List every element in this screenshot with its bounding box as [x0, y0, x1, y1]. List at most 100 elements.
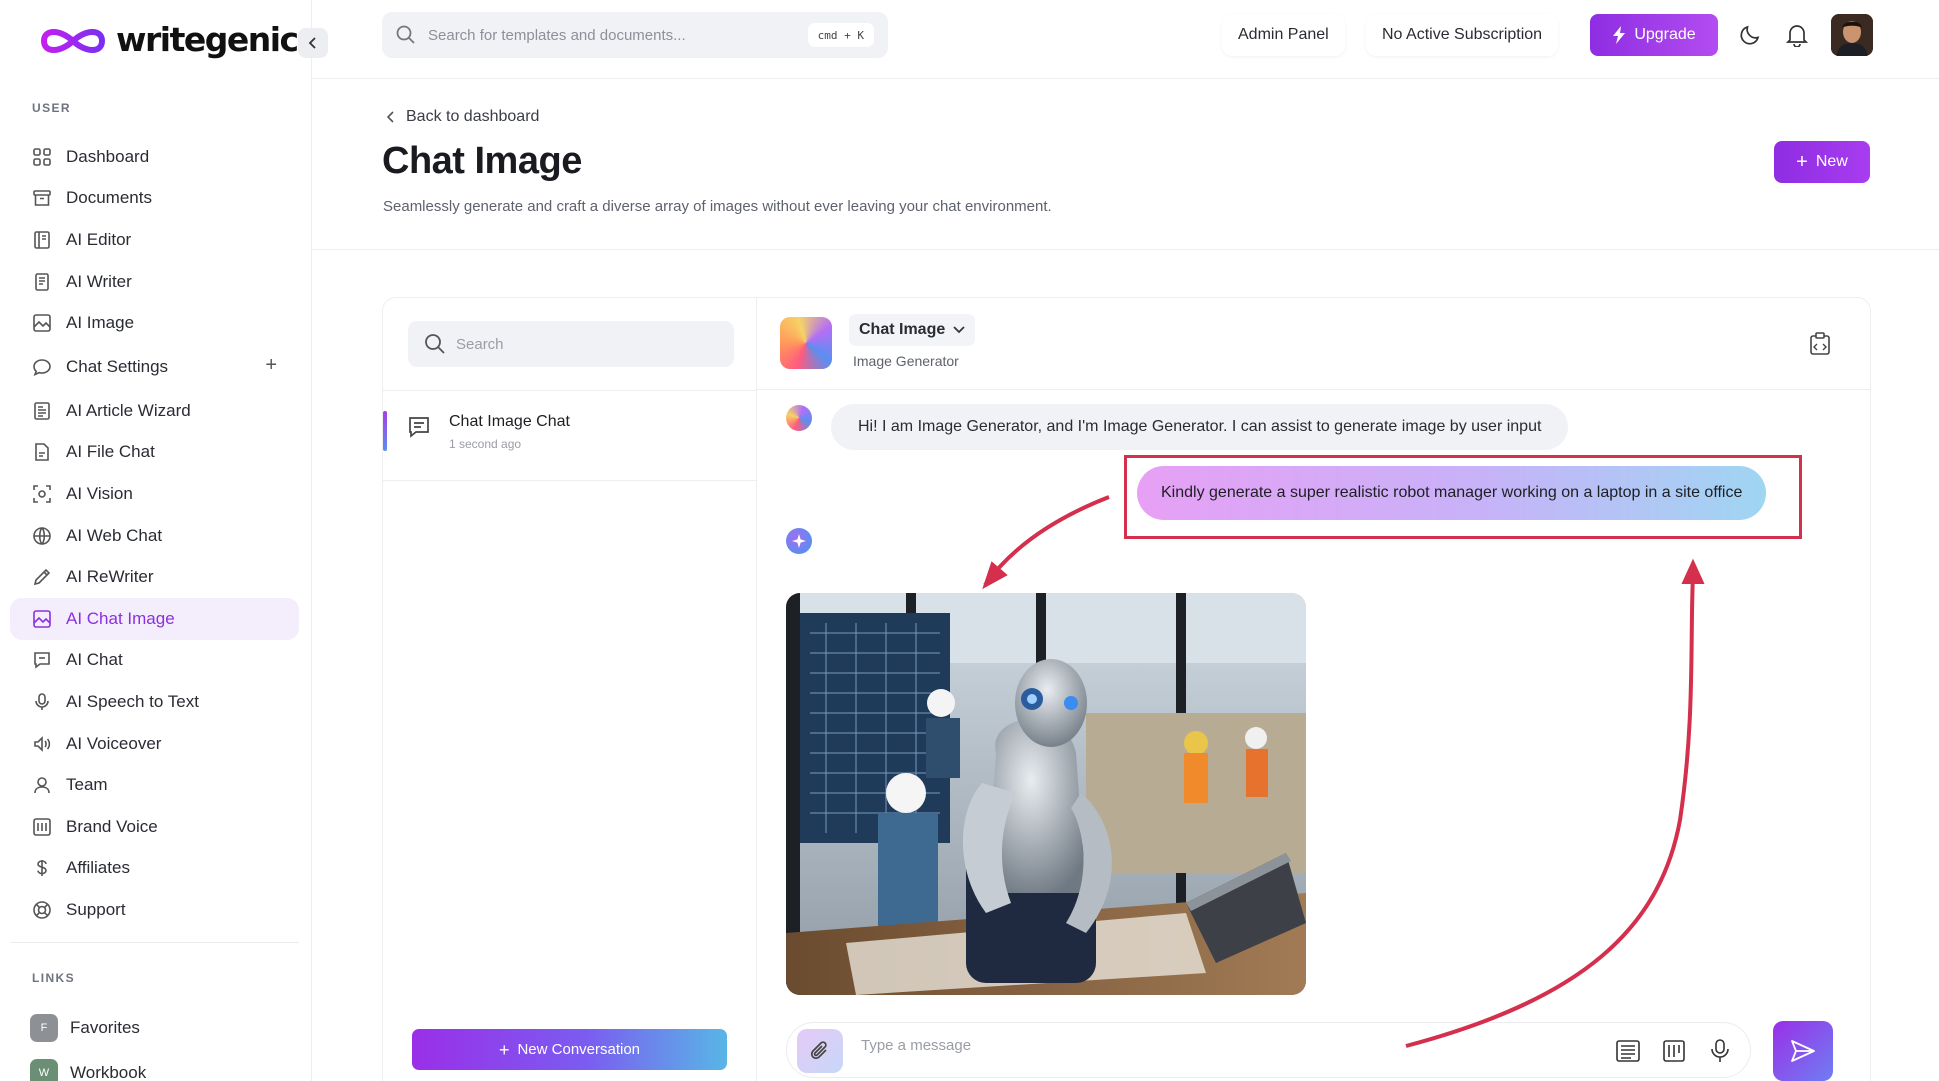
new-conversation-button[interactable]: + New Conversation — [412, 1029, 727, 1070]
sidebar-item-team[interactable]: Team — [10, 764, 299, 806]
bot-subtitle: Image Generator — [853, 353, 959, 369]
sidebar-item-label: Support — [66, 899, 126, 919]
subscription-button[interactable]: No Active Subscription — [1366, 14, 1559, 56]
archive-icon — [32, 188, 52, 208]
sidebar-item-brand-voice[interactable]: Brand Voice — [10, 806, 299, 848]
upgrade-button[interactable]: Upgrade — [1590, 14, 1718, 56]
bot-name: Chat Image — [859, 321, 946, 338]
dark-mode-toggle[interactable] — [1735, 20, 1765, 50]
chat-icon — [32, 650, 52, 670]
page-title: Chat Image — [382, 140, 582, 182]
pen-icon — [32, 567, 52, 587]
highlight-box — [1124, 455, 1802, 539]
app-logo[interactable]: writegenic — [38, 20, 299, 59]
conversation-item[interactable]: Chat Image Chat 1 second ago — [383, 391, 757, 481]
sidebar-item-label: Affiliates — [66, 858, 130, 878]
sidebar-item-ai-image[interactable]: AI Image — [10, 302, 299, 344]
new-button-label: New — [1815, 153, 1848, 170]
sidebar-item-label: AI File Chat — [66, 442, 155, 462]
bot-selector[interactable]: Chat Image — [849, 314, 976, 346]
attach-button[interactable] — [797, 1029, 843, 1073]
robot-office-image — [786, 593, 1306, 995]
grid-icon — [32, 147, 52, 167]
conversation-title: Chat Image Chat — [449, 413, 570, 430]
sidebar-item-label: Brand Voice — [66, 816, 158, 836]
send-button[interactable] — [1773, 1021, 1833, 1081]
notifications-button[interactable] — [1782, 20, 1812, 50]
user-icon — [32, 775, 52, 795]
sidebar-item-label: AI Writer — [66, 271, 132, 291]
collapse-sidebar-button[interactable] — [298, 28, 328, 58]
prompt-library-button[interactable] — [1615, 1038, 1641, 1064]
chat-bubble-icon — [32, 357, 52, 377]
back-link-label: Back to dashboard — [406, 108, 540, 125]
sidebar-item-ai-chat[interactable]: AI Chat — [10, 640, 299, 682]
brand-icon — [32, 817, 52, 837]
new-button[interactable]: + New — [1774, 141, 1870, 183]
sidebar: writegenic USER Dashboard Documents AI E… — [0, 0, 312, 1081]
link-label: Workbook — [70, 1063, 147, 1081]
back-to-dashboard-link[interactable]: Back to dashboard — [386, 108, 539, 126]
conversation-search-input[interactable] — [456, 335, 706, 353]
sidebar-item-ai-voiceover[interactable]: AI Voiceover — [10, 723, 299, 765]
active-indicator — [383, 411, 387, 451]
link-workbook[interactable]: W Workbook — [30, 1059, 146, 1081]
sidebar-item-ai-chat-image[interactable]: AI Chat Image — [10, 597, 299, 640]
lightning-icon — [1613, 26, 1626, 44]
message-input[interactable] — [861, 1037, 1561, 1054]
sidebar-item-ai-file-chat[interactable]: AI File Chat — [10, 432, 299, 474]
clipboard-button[interactable] — [1809, 332, 1831, 361]
user-avatar[interactable] — [1831, 14, 1873, 56]
sidebar-item-ai-rewriter[interactable]: AI ReWriter — [10, 556, 299, 598]
sidebar-item-label: AI Editor — [66, 229, 132, 249]
sidebar-item-ai-vision[interactable]: AI Vision — [10, 473, 299, 515]
global-search[interactable]: cmd + K — [382, 12, 888, 58]
sidebar-item-label: AI Speech to Text — [66, 691, 199, 711]
sidebar-item-affiliates[interactable]: Affiliates — [10, 848, 299, 890]
sidebar-item-label: AI Image — [66, 313, 135, 333]
brand-voice-button[interactable] — [1661, 1038, 1687, 1064]
sidebar-item-label: AI Article Wizard — [66, 400, 191, 420]
conversation-search[interactable] — [408, 321, 734, 367]
sidebar-item-ai-web-chat[interactable]: AI Web Chat — [10, 515, 299, 557]
search-icon — [425, 334, 445, 354]
add-chat-settings-icon[interactable]: + — [265, 354, 277, 377]
sidebar-item-chat-settings[interactable]: Chat Settings + — [10, 344, 299, 390]
sparkle-icon — [792, 534, 806, 548]
brand-icon — [1663, 1040, 1685, 1062]
bell-icon — [1786, 25, 1808, 47]
bot-sparkle-avatar — [786, 528, 812, 554]
plus-icon: + — [498, 1039, 510, 1060]
clipboard-icon — [1810, 332, 1830, 355]
workbook-badge: W — [30, 1059, 58, 1081]
sidebar-item-label: AI ReWriter — [66, 567, 154, 587]
sidebar-item-label: Dashboard — [66, 146, 150, 166]
global-search-input[interactable] — [428, 26, 788, 44]
chat-header: Chat Image Image Generator — [757, 298, 1870, 390]
file-chat-icon — [32, 442, 52, 462]
bot-avatar — [780, 317, 832, 369]
admin-panel-button[interactable]: Admin Panel — [1222, 14, 1345, 56]
speaker-icon — [32, 734, 52, 754]
link-favorites[interactable]: F Favorites — [30, 1014, 140, 1042]
paperclip-icon — [810, 1041, 827, 1060]
sidebar-item-dashboard[interactable]: Dashboard — [10, 136, 299, 178]
sidebar-item-ai-writer[interactable]: AI Writer — [10, 261, 299, 303]
sidebar-item-label: Team — [66, 775, 108, 795]
sidebar-item-ai-speech-to-text[interactable]: AI Speech to Text — [10, 681, 299, 723]
sidebar-item-ai-editor[interactable]: AI Editor — [10, 219, 299, 261]
generated-image[interactable] — [786, 593, 1306, 995]
moon-icon — [1740, 25, 1760, 45]
microphone-icon — [1711, 1039, 1729, 1062]
voice-input-button[interactable] — [1707, 1038, 1733, 1064]
chevron-left-icon — [386, 111, 394, 123]
chevron-down-icon — [953, 326, 965, 334]
sidebar-item-ai-article-wizard[interactable]: AI Article Wizard — [10, 390, 299, 432]
sidebar-item-support[interactable]: Support — [10, 889, 299, 931]
plus-icon: + — [1796, 151, 1808, 173]
header-divider — [312, 249, 1939, 250]
sidebar-item-label: AI Chat — [66, 650, 123, 670]
list-icon — [1616, 1040, 1640, 1062]
top-bar: cmd + K Admin Panel No Active Subscripti… — [312, 0, 1939, 79]
sidebar-item-documents[interactable]: Documents — [10, 178, 299, 220]
